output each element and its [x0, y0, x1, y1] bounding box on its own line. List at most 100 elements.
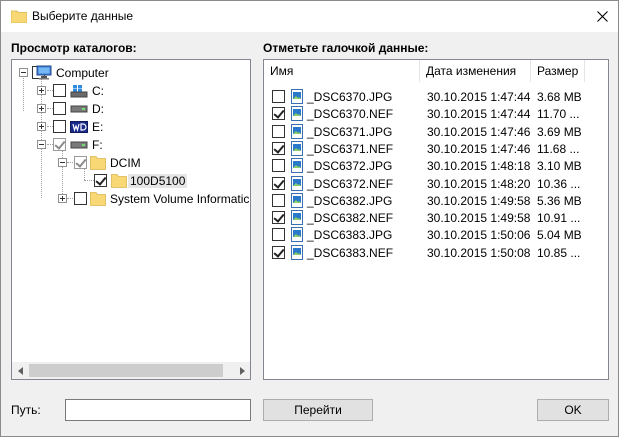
wd-drive-icon — [70, 121, 88, 133]
file-size: 10.91 ... — [537, 211, 581, 226]
windows-drive-icon — [70, 85, 88, 98]
horizontal-scrollbar[interactable] — [12, 362, 250, 379]
file-checkbox[interactable] — [272, 193, 285, 207]
folder-icon — [90, 192, 106, 206]
file-date: 30.10.2015 1:50:08 — [427, 245, 531, 260]
file-size: 5.04 MB — [537, 228, 582, 243]
tree-expand-toggle[interactable] — [58, 194, 67, 203]
file-date: 30.10.2015 1:49:58 — [427, 193, 531, 208]
folder-icon — [90, 156, 106, 170]
file-row[interactable]: _DSC6370.NEF 30.10.2015 1:47:44 11.70 ... — [264, 105, 584, 122]
file-list[interactable]: Имя Дата изменения Размер _DSC6370.JPG 30… — [263, 59, 609, 380]
file-name: _DSC6371.NEF — [307, 141, 394, 156]
file-row[interactable]: _DSC6382.NEF 30.10.2015 1:49:58 10.91 ... — [264, 209, 584, 226]
file-row[interactable]: _DSC6372.NEF 30.10.2015 1:48:20 10.36 ... — [264, 175, 584, 192]
file-name: _DSC6371.JPG — [307, 124, 393, 139]
scroll-left-icon[interactable] — [12, 362, 29, 379]
path-input[interactable] — [65, 399, 251, 421]
image-file-icon — [291, 158, 303, 174]
file-list-heading: Отметьте галочкой данные: — [263, 41, 429, 55]
file-row[interactable]: _DSC6371.NEF 30.10.2015 1:47:46 11.68 ... — [264, 140, 584, 157]
file-date: 30.10.2015 1:47:46 — [427, 141, 531, 156]
file-size: 3.10 MB — [537, 159, 582, 174]
go-button[interactable]: Перейти — [263, 399, 373, 421]
tree-checkbox-100d5100[interactable] — [94, 174, 107, 187]
tree-expand-toggle[interactable] — [37, 104, 46, 113]
tree-item-computer[interactable]: Computer — [56, 66, 109, 80]
path-label: Путь: — [11, 403, 41, 417]
file-name: _DSC6382.NEF — [307, 211, 394, 226]
file-name: _DSC6370.JPG — [307, 90, 393, 104]
image-file-icon — [291, 123, 303, 139]
file-name: _DSC6372.JPG — [307, 159, 393, 174]
tree-item-d[interactable]: D: — [92, 102, 104, 116]
tree-collapse-toggle[interactable] — [58, 158, 67, 167]
file-name: _DSC6382.JPG — [307, 193, 393, 208]
file-checkbox[interactable] — [272, 141, 285, 155]
file-date: 30.10.2015 1:47:44 — [427, 107, 531, 122]
image-file-icon — [291, 210, 303, 226]
tree-checkbox-dcim[interactable] — [74, 156, 87, 169]
file-name: _DSC6383.NEF — [307, 245, 394, 260]
tree-item-f[interactable]: F: — [92, 138, 103, 152]
image-file-icon — [291, 89, 303, 104]
tree-collapse-toggle[interactable] — [19, 68, 28, 77]
tree-checkbox-system-volume[interactable] — [74, 192, 87, 205]
file-checkbox[interactable] — [272, 245, 285, 259]
image-file-icon — [291, 175, 303, 191]
column-header-name[interactable]: Имя — [264, 60, 419, 82]
file-size: 11.70 ... — [537, 107, 580, 122]
file-row[interactable]: _DSC6382.JPG 30.10.2015 1:49:58 5.36 MB — [264, 192, 584, 209]
column-header-size[interactable]: Размер — [531, 60, 583, 82]
column-header-date[interactable]: Дата изменения — [420, 60, 530, 82]
tree-checkbox-c[interactable] — [53, 84, 66, 97]
file-checkbox[interactable] — [272, 176, 285, 190]
tree-item-dcim[interactable]: DCIM — [110, 156, 141, 170]
tree-item-c[interactable]: C: — [92, 84, 104, 98]
drive-icon — [70, 141, 88, 149]
tree-expand-toggle[interactable] — [37, 86, 46, 95]
window-title: Выберите данные — [32, 9, 134, 23]
close-button[interactable] — [586, 1, 618, 31]
file-size: 11.68 ... — [537, 141, 580, 156]
image-file-icon — [291, 192, 303, 208]
tree-checkbox-f[interactable] — [53, 138, 66, 151]
tree-checkbox-e[interactable] — [53, 120, 66, 133]
file-checkbox[interactable] — [272, 124, 285, 138]
ok-button[interactable]: OK — [537, 399, 609, 421]
file-size: 5.36 MB — [537, 193, 582, 208]
file-date: 30.10.2015 1:48:20 — [427, 176, 531, 191]
tree-item-100d5100[interactable]: 100D5100 — [128, 174, 188, 188]
tree-item-system-volume[interactable]: System Volume Informatic — [110, 192, 250, 206]
computer-icon — [36, 65, 52, 80]
close-icon — [596, 10, 608, 22]
file-name: _DSC6370.NEF — [307, 107, 394, 122]
file-row[interactable]: _DSC6372.JPG 30.10.2015 1:48:18 3.10 MB — [264, 157, 584, 174]
drive-icon — [70, 105, 88, 113]
folder-tree[interactable]: Computer C: D: E: F: DCIM 100D5100 Syste… — [11, 59, 251, 380]
file-name: _DSC6383.JPG — [307, 228, 393, 243]
tree-collapse-toggle[interactable] — [37, 140, 46, 149]
tree-checkbox-d[interactable] — [53, 102, 66, 115]
file-checkbox[interactable] — [272, 107, 285, 121]
scroll-thumb[interactable] — [29, 364, 223, 377]
file-checkbox[interactable] — [272, 211, 285, 225]
file-checkbox[interactable] — [272, 159, 285, 173]
tree-item-e[interactable]: E: — [92, 120, 103, 134]
file-checkbox[interactable] — [272, 90, 285, 103]
file-date: 30.10.2015 1:48:18 — [427, 159, 531, 174]
file-row[interactable]: _DSC6383.NEF 30.10.2015 1:50:08 10.85 ... — [264, 244, 584, 261]
folder-browser-heading: Просмотр каталогов: — [11, 41, 137, 55]
folder-icon — [11, 10, 27, 23]
scroll-right-icon[interactable] — [233, 362, 250, 379]
tree-expand-toggle[interactable] — [37, 122, 46, 131]
image-file-icon — [291, 227, 303, 243]
file-checkbox[interactable] — [272, 228, 285, 242]
file-row[interactable]: _DSC6370.JPG 30.10.2015 1:47:44 3.68 MB — [264, 88, 584, 105]
file-date: 30.10.2015 1:47:46 — [427, 124, 531, 139]
file-row[interactable]: _DSC6371.JPG 30.10.2015 1:47:46 3.69 MB — [264, 123, 584, 140]
image-file-icon — [291, 140, 303, 156]
file-row[interactable]: _DSC6383.JPG 30.10.2015 1:50:06 5.04 MB — [264, 226, 584, 243]
file-size: 10.85 ... — [537, 245, 581, 260]
title-bar: Выберите данные — [1, 1, 618, 32]
